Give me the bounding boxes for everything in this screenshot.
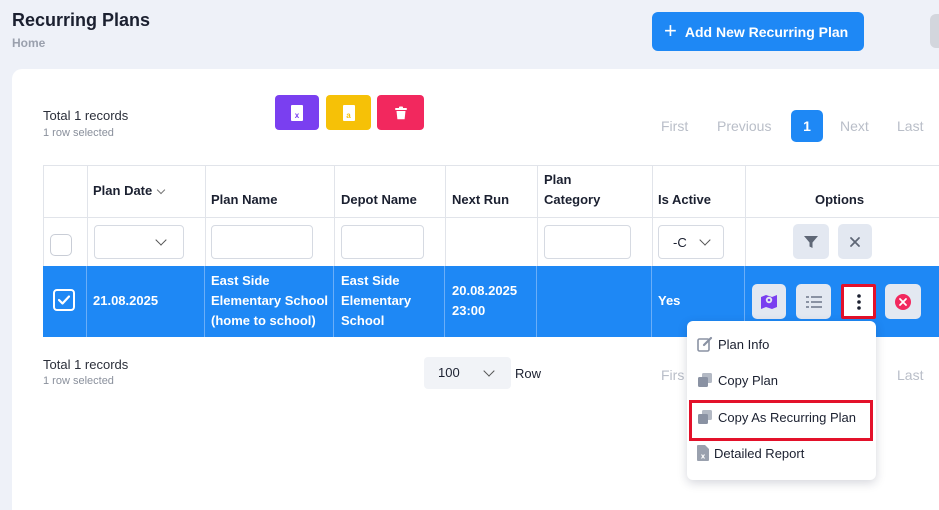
edit-icon [697,336,713,352]
excel-file-icon: x [291,104,303,121]
column-header-depot-name[interactable]: Depot Name [341,190,417,210]
checkmark-icon [58,295,70,305]
pagination-first-bottom[interactable]: Firs [661,367,684,383]
view-list-button[interactable] [796,284,831,319]
column-header-is-active[interactable]: Is Active [658,190,711,210]
cancel-circle-icon [895,293,911,310]
list-icon [805,295,822,308]
menu-item-detailed-report[interactable]: x Detailed Report [697,445,804,461]
cell-depot-name: East Side Elementary School [341,273,412,328]
export-pdf-button[interactable]: a [326,95,371,130]
page-size-value: 100 [438,365,460,380]
select-all-checkbox[interactable] [50,234,72,256]
column-header-plan-date[interactable]: Plan Date [93,181,166,201]
total-records-bottom: Total 1 records [43,357,129,372]
copy-icon [698,373,712,387]
pdf-file-icon: a [342,104,355,121]
row-checkbox[interactable] [53,289,75,311]
export-excel-button[interactable]: x [275,95,319,130]
sort-chevron-icon [157,185,166,194]
column-header-plan-category[interactable]: Plan Category [544,170,614,210]
add-recurring-plan-button[interactable]: + Add New Recurring Plan [652,12,864,51]
total-records-top: Total 1 records [43,108,129,123]
rows-selected-top: 1 row selected [43,127,114,139]
chevron-down-icon [155,234,167,246]
column-header-options: Options [815,192,865,207]
depot-name-filter-input[interactable] [341,225,424,259]
pagination-last-bottom[interactable]: Last [897,367,923,383]
pagination-next[interactable]: Next [840,118,869,134]
plan-category-filter-input[interactable] [544,225,631,259]
cell-next-run: 20.08.2025 23:00 [452,283,518,318]
apply-filter-button[interactable] [793,224,829,259]
map-icon [761,294,777,309]
plan-name-filter-input[interactable] [211,225,313,259]
page-size-select[interactable]: 100 [424,357,511,389]
trash-icon [394,106,407,119]
close-icon [850,236,860,247]
view-map-button[interactable] [752,284,786,319]
pagination-page-1[interactable]: 1 [791,110,823,142]
add-recurring-plan-label: Add New Recurring Plan [684,23,849,40]
svg-text:x: x [701,453,706,461]
clear-filter-button[interactable] [838,224,872,259]
plan-date-filter-select[interactable] [94,225,184,259]
chevron-down-icon [699,234,711,246]
page-title: Recurring Plans [12,10,151,30]
filter-icon [804,235,818,248]
pagination-first[interactable]: First [661,118,688,134]
header-extra-button[interactable] [930,14,939,48]
menu-item-plan-info[interactable]: Plan Info [697,336,769,352]
pagination-previous[interactable]: Previous [717,118,771,134]
rows-selected-bottom: 1 row selected [43,375,114,387]
more-options-button[interactable] [841,284,876,319]
plus-icon: + [664,17,677,43]
menu-item-copy-plan[interactable]: Copy Plan [697,372,778,388]
pagination-last[interactable]: Last [897,118,923,134]
page-size-label: Row [515,366,542,381]
cell-plan-date: 21.08.2025 [93,293,159,308]
column-header-plan-name[interactable]: Plan Name [211,190,277,210]
highlight-frame [689,400,873,441]
excel-file-icon: x [697,445,709,461]
cell-plan-name: East Side Elementary School (home to sch… [211,273,329,328]
chevron-down-icon [483,365,495,377]
column-header-next-run[interactable]: Next Run [452,190,509,210]
delete-selected-button[interactable] [377,95,424,130]
is-active-filter-select[interactable]: -C [658,225,724,259]
delete-row-button[interactable] [885,284,921,319]
cell-is-active: Yes [658,293,681,308]
vertical-dots-icon [856,293,861,310]
breadcrumb[interactable]: Home [12,36,45,50]
